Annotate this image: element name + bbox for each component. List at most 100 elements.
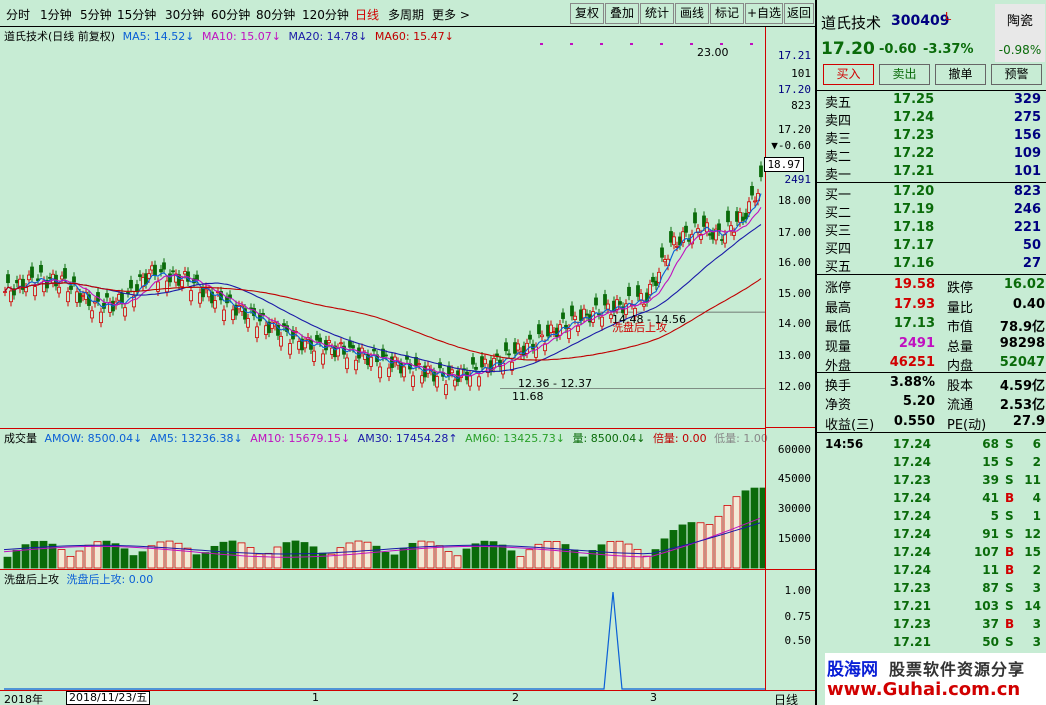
- back-button[interactable]: 返回: [784, 3, 814, 24]
- tick-volume: 87: [982, 581, 999, 595]
- signal-dot: [690, 43, 693, 45]
- candle-body: [732, 231, 736, 236]
- volume-bar: [30, 541, 39, 569]
- candle-body: [579, 309, 583, 321]
- overlay-button[interactable]: 叠加: [605, 3, 639, 24]
- candle-body: [684, 225, 688, 233]
- candle-body: [411, 375, 415, 387]
- sector-badge[interactable]: 陶瓷 -0.98%: [995, 4, 1045, 62]
- volume-bar: [129, 555, 138, 569]
- candle-body: [135, 284, 139, 292]
- tick-count: 3: [1032, 617, 1041, 631]
- axis-divider-1: [766, 427, 815, 428]
- volume-bar: [264, 552, 273, 569]
- cancel-order-button[interactable]: 撤单: [935, 64, 986, 85]
- volume-bar: [300, 542, 309, 569]
- candle-body: [669, 231, 673, 243]
- sell-order-row[interactable]: 卖二 17.22 109: [825, 146, 1046, 165]
- candle-body: [654, 280, 658, 286]
- sell-button[interactable]: 卖出: [879, 64, 930, 85]
- volume-bar: [732, 496, 741, 569]
- period-tab-30min[interactable]: 30分钟: [165, 6, 204, 23]
- mark-button[interactable]: 标记: [710, 3, 744, 24]
- tick-count: 3: [1032, 635, 1041, 649]
- buy-order-row[interactable]: 买四 17.17 50: [825, 238, 1046, 257]
- candle-body: [30, 266, 34, 278]
- candle-body: [450, 369, 454, 374]
- stats-row: 收益(三) 0.550 PE(动) 27.9: [825, 414, 1046, 433]
- draw-line-button[interactable]: 画线: [675, 3, 709, 24]
- buy-order-row[interactable]: 买二 17.19 246: [825, 202, 1046, 221]
- signal-dot: [750, 43, 753, 45]
- candle-body: [468, 374, 472, 387]
- tick-volume: 50: [982, 635, 999, 649]
- tick-row: 17.21 50 S 3: [825, 635, 1046, 653]
- buy-order-row[interactable]: 买五 17.16 27: [825, 256, 1046, 275]
- volume-bar: [3, 556, 12, 569]
- sell-order-row[interactable]: 卖三 17.23 156: [825, 128, 1046, 147]
- restore-rights-button[interactable]: 复权: [570, 3, 604, 24]
- volume-chart-svg: [3, 487, 765, 569]
- last-price: 17.20: [821, 39, 875, 59]
- volume-bar: [201, 552, 210, 569]
- stat-key: 总量: [947, 339, 974, 355]
- candle-body: [531, 343, 535, 350]
- candle-body: [27, 274, 31, 281]
- sell-order-row[interactable]: 卖四 17.24 275: [825, 110, 1046, 129]
- period-tab-15min[interactable]: 15分钟: [117, 6, 156, 23]
- tick-volume: 15: [982, 455, 999, 469]
- tick-volume: 107: [973, 545, 999, 559]
- tick-volume: 39: [982, 473, 999, 487]
- period-tab-daily[interactable]: 日线: [355, 6, 379, 23]
- volume-bar: [588, 550, 597, 569]
- add-watchlist-button[interactable]: +自选: [745, 3, 783, 24]
- period-tab-1min[interactable]: 1分钟: [40, 6, 72, 23]
- date-axis-month-1: 1: [312, 691, 319, 704]
- volume-pane[interactable]: 成交量 AMOW: 8500.04↓ AM5: 13236.38↓ AM10: …: [0, 428, 768, 569]
- candle-body: [168, 273, 172, 283]
- candle-body: [222, 309, 226, 322]
- candlestick-pane[interactable]: 道氏技术(日线 前复权) MA5: 14.52↓ MA10: 15.07↓ MA…: [0, 27, 765, 427]
- statistics-button[interactable]: 统计: [640, 3, 674, 24]
- candle-body: [735, 211, 739, 222]
- stat-value: 17.93: [893, 296, 935, 312]
- volume-bar: [561, 544, 570, 569]
- order-level-label: 卖三: [825, 132, 852, 147]
- signal-chart-svg: [4, 591, 765, 690]
- candle-body: [369, 356, 373, 367]
- period-tab-120min[interactable]: 120分钟: [302, 6, 349, 23]
- period-tab-intraday[interactable]: 分时: [6, 6, 30, 23]
- sell-order-row[interactable]: 卖一 17.21 101: [825, 164, 1046, 183]
- stat-key: 最低: [825, 320, 852, 335]
- candle-body: [117, 294, 121, 301]
- buy-button[interactable]: 买入: [823, 64, 874, 85]
- sell-order-row[interactable]: 卖五 17.25 329: [825, 92, 1046, 111]
- period-tab-5min[interactable]: 5分钟: [80, 6, 112, 23]
- period-tab-80min[interactable]: 80分钟: [256, 6, 295, 23]
- buy-order-row[interactable]: 买一 17.20 823: [825, 184, 1046, 203]
- candle-body: [255, 326, 259, 339]
- candle-body: [153, 264, 157, 276]
- period-tab-more[interactable]: 更多 >: [432, 6, 470, 23]
- tick-price: 17.24: [893, 545, 931, 559]
- candle-body: [318, 337, 322, 343]
- tick-price: 17.24: [893, 437, 931, 451]
- vol-axis-60000: 60000: [777, 443, 811, 456]
- volume-bar: [381, 551, 390, 569]
- stock-name: 道氏技术: [821, 14, 882, 32]
- candle-body: [534, 346, 538, 358]
- volume-bar: [723, 505, 732, 569]
- stats-row: 最高 17.93 量比 0.40: [825, 297, 1046, 316]
- candle-body: [618, 301, 622, 305]
- stat-value: 5.20: [902, 394, 935, 409]
- period-tab-60min[interactable]: 60分钟: [211, 6, 250, 23]
- volume-bar: [363, 541, 372, 569]
- volume-bar: [156, 541, 165, 569]
- vol-axis-45000: 45000: [777, 472, 811, 485]
- signal-indicator-pane[interactable]: 洗盘后上攻 洗盘后上攻: 0.00: [0, 569, 765, 690]
- period-tab-multi[interactable]: 多周期: [388, 6, 424, 23]
- volume-bar: [390, 554, 399, 569]
- alert-button[interactable]: 预警: [991, 64, 1042, 85]
- stat-value: 4.59亿: [999, 378, 1045, 394]
- buy-order-row[interactable]: 买三 17.18 221: [825, 220, 1046, 239]
